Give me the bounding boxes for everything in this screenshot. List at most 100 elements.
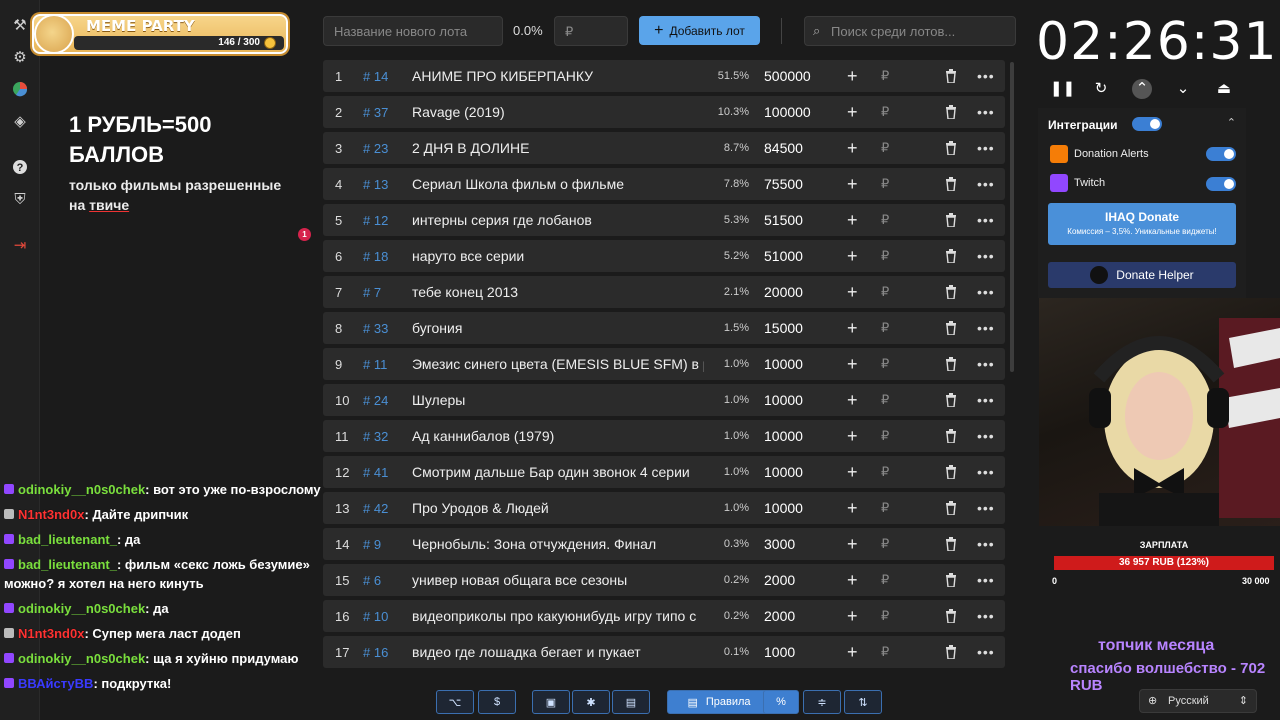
percent-toggle[interactable]: %: [763, 690, 799, 714]
ruble-icon[interactable]: ₽: [881, 608, 889, 624]
pause-icon[interactable]: ❚❚: [1050, 79, 1075, 99]
lot-amount[interactable]: 10000: [764, 392, 803, 408]
add-amount-icon[interactable]: +: [847, 498, 858, 519]
trash-icon[interactable]: [945, 285, 957, 300]
ruble-icon[interactable]: ₽: [881, 500, 889, 516]
ruble-icon[interactable]: ₽: [881, 356, 889, 372]
lot-amount[interactable]: 2000: [764, 572, 795, 588]
add-amount-icon[interactable]: +: [847, 606, 858, 627]
lot-name[interactable]: Сериал Школа фильм о фильме: [412, 176, 704, 192]
lot-amount[interactable]: 84500: [764, 140, 803, 156]
add-amount-icon[interactable]: +: [847, 138, 858, 159]
lot-name[interactable]: универ новая общага все сезоны: [412, 572, 704, 588]
trash-icon[interactable]: [945, 177, 957, 192]
add-amount-icon[interactable]: +: [847, 66, 858, 87]
lots-scrollbar[interactable]: [1010, 62, 1014, 372]
lot-name[interactable]: Чернобыль: Зона отчуждения. Финал: [412, 536, 704, 552]
more-icon[interactable]: •••: [977, 392, 995, 408]
lot-amount[interactable]: 75500: [764, 176, 803, 192]
more-icon[interactable]: •••: [977, 500, 995, 516]
gear-icon[interactable]: ⚙: [9, 46, 31, 68]
lot-name[interactable]: интерны серия где лобанов: [412, 212, 704, 228]
trash-icon[interactable]: [945, 393, 957, 408]
more-icon[interactable]: •••: [977, 176, 995, 192]
lot-row[interactable]: 14 # 9 Чернобыль: Зона отчуждения. Финал 0.…: [323, 528, 1005, 560]
lot-row[interactable]: 15 # 6 универ новая общага все сезоны 0.2% 2…: [323, 564, 1005, 596]
add-amount-icon[interactable]: +: [847, 354, 858, 375]
add-amount-icon[interactable]: +: [847, 534, 858, 555]
ruble-icon[interactable]: ₽: [881, 428, 889, 444]
trash-icon[interactable]: [945, 249, 957, 264]
clear-icon[interactable]: ▤: [612, 690, 650, 714]
lot-amount[interactable]: 51500: [764, 212, 803, 228]
lot-amount[interactable]: 500000: [764, 68, 811, 84]
more-icon[interactable]: •••: [977, 644, 995, 660]
language-select[interactable]: ⊕ Русский ⇕: [1139, 689, 1257, 713]
lot-row[interactable]: 8 # 33 бугония 1.5% 15000 + ₽ •••: [323, 312, 1005, 344]
ruble-icon[interactable]: ₽: [881, 140, 889, 156]
ruble-icon[interactable]: ₽: [881, 392, 889, 408]
more-icon[interactable]: •••: [977, 320, 995, 336]
add-amount-icon[interactable]: +: [847, 102, 858, 123]
more-icon[interactable]: •••: [977, 572, 995, 588]
lot-name[interactable]: 2 ДНЯ В ДОЛИНЕ: [412, 140, 704, 156]
trash-icon[interactable]: [945, 141, 957, 156]
more-icon[interactable]: •••: [977, 536, 995, 552]
github-icon[interactable]: ⌥: [436, 690, 474, 714]
ruble-icon[interactable]: ₽: [881, 644, 889, 660]
add-amount-icon[interactable]: +: [847, 318, 858, 339]
dollar-icon[interactable]: $: [478, 690, 516, 714]
lot-amount[interactable]: 10000: [764, 500, 803, 516]
lot-amount[interactable]: 100000: [764, 104, 811, 120]
twitch-toggle[interactable]: [1206, 177, 1236, 191]
logout-icon[interactable]: ⇥: [9, 234, 31, 256]
lot-amount[interactable]: 10000: [764, 356, 803, 372]
more-icon[interactable]: •••: [977, 212, 995, 228]
lot-name[interactable]: Ад каннибалов (1979): [412, 428, 704, 444]
lot-row[interactable]: 7 # 7 тебе конец 2013 2.1% 20000 + ₽ •••: [323, 276, 1005, 308]
help-icon[interactable]: ?: [9, 156, 31, 178]
add-amount-icon[interactable]: +: [847, 462, 858, 483]
trash-icon[interactable]: [945, 69, 957, 84]
ihaq-donate-button[interactable]: IHAQ Donate Комиссия – 3,5%. Уникальные …: [1048, 203, 1236, 245]
lot-amount[interactable]: 51000: [764, 248, 803, 264]
more-icon[interactable]: •••: [977, 356, 995, 372]
lot-name[interactable]: тебе конец 2013: [412, 284, 704, 300]
add-amount-icon[interactable]: +: [847, 390, 858, 411]
chevron-up-icon[interactable]: ⌃: [1227, 116, 1236, 129]
more-icon[interactable]: •••: [977, 104, 995, 120]
lot-name[interactable]: бугония: [412, 320, 704, 336]
currency-input[interactable]: ₽: [554, 16, 628, 46]
more-icon[interactable]: •••: [977, 248, 995, 264]
ruble-icon[interactable]: ₽: [881, 284, 889, 300]
add-amount-icon[interactable]: +: [847, 246, 858, 267]
trash-icon[interactable]: [945, 645, 957, 660]
search-input[interactable]: ⌕ Поиск среди лотов...: [804, 16, 1016, 46]
up-arrow-icon[interactable]: ⌃: [1132, 79, 1152, 99]
ruble-icon[interactable]: ₽: [881, 68, 889, 84]
more-icon[interactable]: •••: [977, 608, 995, 624]
shield-icon[interactable]: ⛨: [9, 188, 31, 210]
lot-amount[interactable]: 20000: [764, 284, 803, 300]
ruble-icon[interactable]: ₽: [881, 248, 889, 264]
trash-icon[interactable]: [945, 609, 957, 624]
more-icon[interactable]: •••: [977, 284, 995, 300]
add-amount-icon[interactable]: +: [847, 282, 858, 303]
lot-name[interactable]: наруто все серии: [412, 248, 704, 264]
lot-amount[interactable]: 15000: [764, 320, 803, 336]
trash-icon[interactable]: [945, 465, 957, 480]
lot-name[interactable]: Эмезис синего цвета (EMESIS BLUE SFM) в …: [412, 356, 704, 372]
lot-row[interactable]: 5 # 12 интерны серия где лобанов 5.3% 51500 +…: [323, 204, 1005, 236]
add-amount-icon[interactable]: +: [847, 426, 858, 447]
lot-row[interactable]: 11 # 32 Ад каннибалов (1979) 1.0% 10000 + ₽ •••: [323, 420, 1005, 452]
lot-row[interactable]: 17 # 16 видео где лошадка бегает и пукает 0…: [323, 636, 1005, 668]
ruble-icon[interactable]: ₽: [881, 320, 889, 336]
ruble-icon[interactable]: ₽: [881, 176, 889, 192]
add-amount-icon[interactable]: +: [847, 210, 858, 231]
lot-row[interactable]: 13 # 42 Про Уродов & Людей 1.0% 10000 + ₽ •••: [323, 492, 1005, 524]
lot-name-input[interactable]: Название нового лота: [323, 16, 503, 46]
more-icon[interactable]: •••: [977, 140, 995, 156]
lot-row[interactable]: 16 # 10 видеоприколы про какуюнибудь игру …: [323, 600, 1005, 632]
add-lot-button[interactable]: + Добавить лот: [639, 16, 760, 45]
lot-amount[interactable]: 2000: [764, 608, 795, 624]
